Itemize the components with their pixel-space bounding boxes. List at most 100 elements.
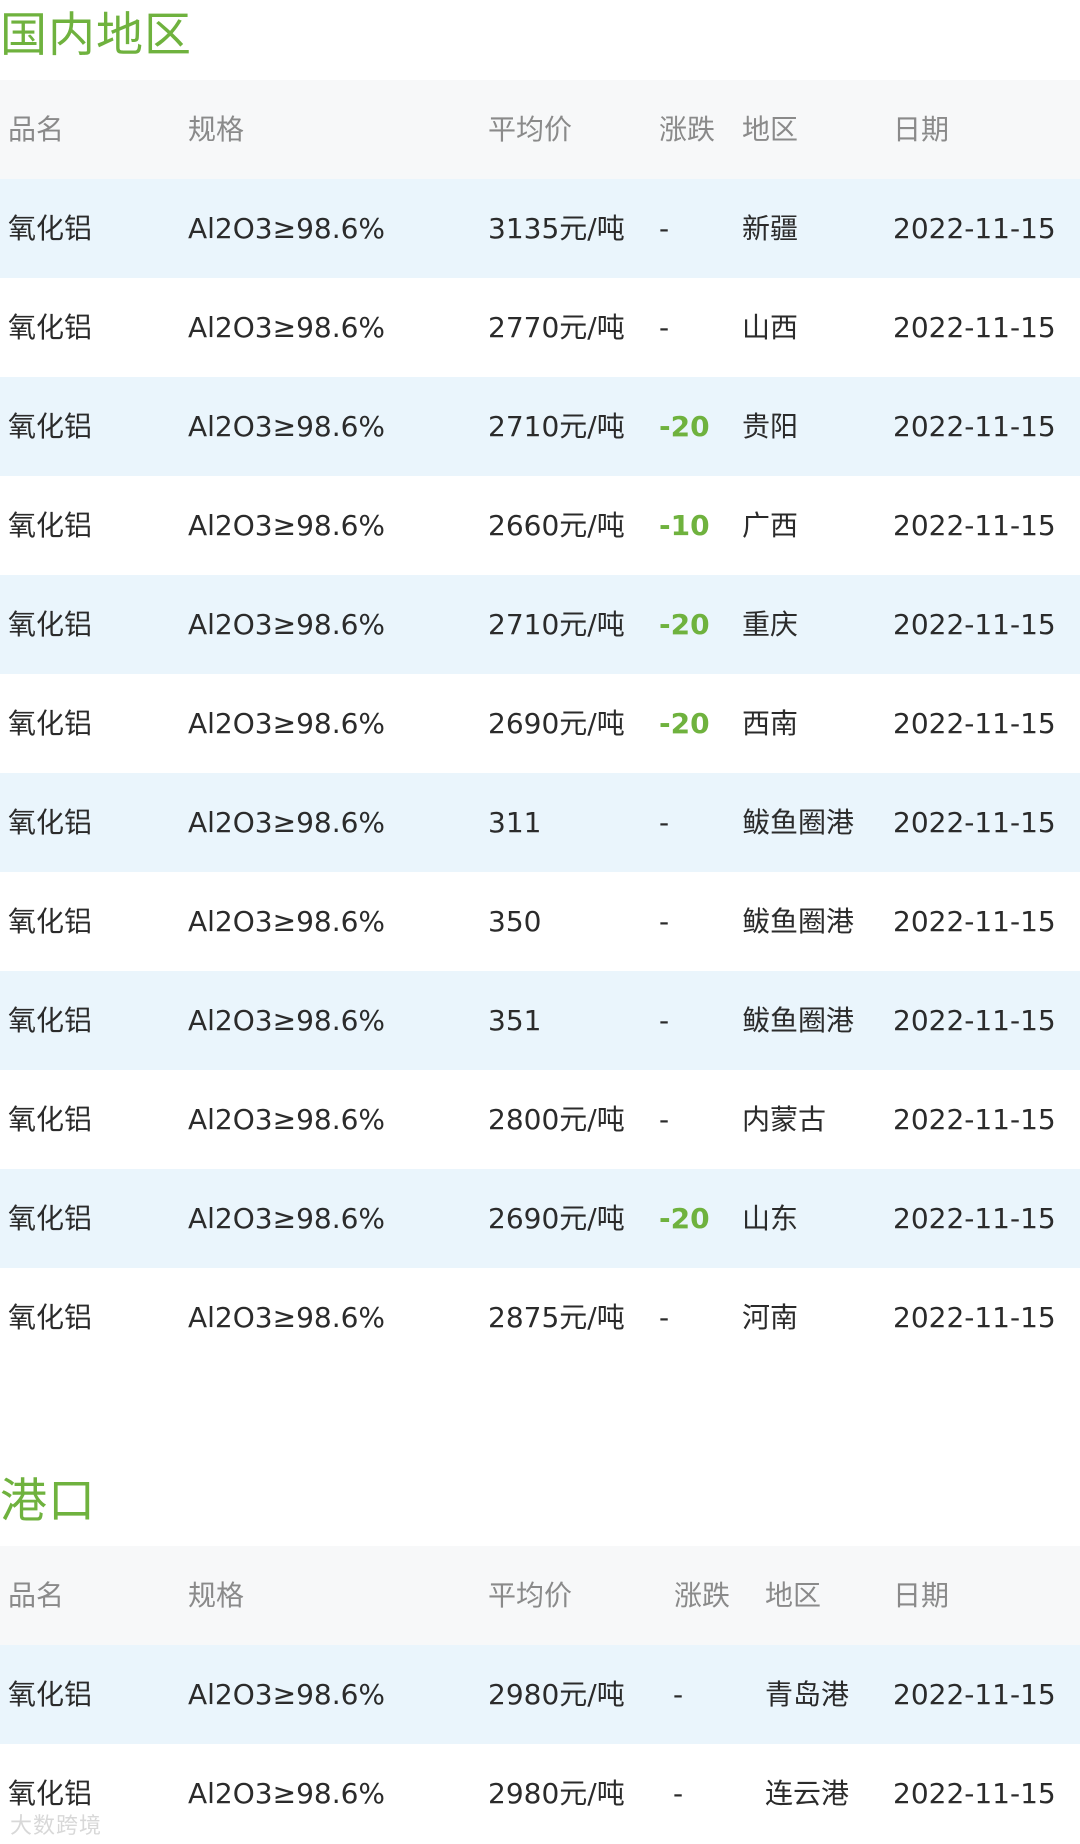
table-row: 氧化铝 Al2O3≥98.6% 2770元/吨 - 山西 2022-11-15 (0, 278, 1080, 377)
cell-name: 氧化铝 (8, 410, 93, 443)
cell-region: 鲅鱼圈港 (742, 1004, 855, 1037)
cell-date: 2022-11-15 (893, 1301, 1056, 1334)
cell-date: 2022-11-15 (893, 806, 1056, 839)
header-spec: 规格 (188, 113, 245, 146)
cell-change: - (659, 806, 670, 839)
cell-change: -20 (659, 707, 710, 740)
cell-spec: Al2O3≥98.6% (188, 1004, 386, 1037)
cell-region: 内蒙古 (742, 1103, 827, 1136)
table-row: 氧化铝 Al2O3≥98.6% 2980元/吨 - 连云港 2022-11-15 (0, 1744, 1080, 1843)
cell-region: 新疆 (742, 212, 799, 245)
cell-name: 氧化铝 (8, 212, 93, 245)
table-row: 氧化铝 Al2O3≥98.6% 2660元/吨 -10 广西 2022-11-15 (0, 476, 1080, 575)
cell-price: 2875元/吨 (488, 1301, 625, 1334)
cell-spec: Al2O3≥98.6% (188, 806, 386, 839)
header-spec: 规格 (188, 1579, 245, 1612)
cell-region: 鲅鱼圈港 (742, 905, 855, 938)
cell-date: 2022-11-15 (893, 1777, 1056, 1810)
cell-name: 氧化铝 (8, 1301, 93, 1334)
cell-date: 2022-11-15 (893, 212, 1056, 245)
cell-price: 350 (488, 905, 542, 938)
cell-date: 2022-11-15 (893, 1202, 1056, 1235)
cell-change: -20 (659, 1202, 710, 1235)
cell-spec: Al2O3≥98.6% (188, 1202, 386, 1235)
cell-date: 2022-11-15 (893, 608, 1056, 641)
cell-change: -20 (659, 410, 710, 443)
cell-spec: Al2O3≥98.6% (188, 410, 386, 443)
domestic-price-table: 品名 规格 平均价 涨跌 地区 日期 氧化铝 Al2O3≥98.6% 3135元/吨… (0, 80, 1080, 1367)
cell-region: 西南 (742, 707, 799, 740)
cell-name: 氧化铝 (8, 608, 93, 641)
header-name: 品名 (8, 113, 65, 146)
header-name: 品名 (8, 1579, 65, 1612)
cell-spec: Al2O3≥98.6% (188, 1301, 386, 1334)
cell-name: 氧化铝 (8, 905, 93, 938)
cell-spec: Al2O3≥98.6% (188, 905, 386, 938)
port-price-table: 品名 规格 平均价 涨跌 地区 日期 氧化铝 Al2O3≥98.6% 2980元/吨… (0, 1546, 1080, 1843)
cell-date: 2022-11-15 (893, 311, 1056, 344)
cell-name: 氧化铝 (8, 1678, 93, 1711)
header-region: 地区 (765, 1579, 822, 1612)
cell-change: -10 (659, 509, 710, 542)
cell-change: - (659, 905, 670, 938)
cell-date: 2022-11-15 (893, 1103, 1056, 1136)
cell-change: - (659, 1004, 670, 1037)
section-title-port: 港口 (0, 1474, 96, 1529)
cell-spec: Al2O3≥98.6% (188, 608, 386, 641)
cell-spec: Al2O3≥98.6% (188, 1678, 386, 1711)
header-price: 平均价 (488, 113, 573, 146)
cell-name: 氧化铝 (8, 1202, 93, 1235)
cell-region: 广西 (742, 509, 799, 542)
cell-price: 2980元/吨 (488, 1678, 625, 1711)
cell-name: 氧化铝 (8, 1004, 93, 1037)
cell-name: 氧化铝 (8, 509, 93, 542)
table-header-row: 品名 规格 平均价 涨跌 地区 日期 (0, 1546, 1080, 1645)
cell-price: 2690元/吨 (488, 1202, 625, 1235)
cell-price: 2710元/吨 (488, 608, 625, 641)
table-row: 氧化铝 Al2O3≥98.6% 2800元/吨 - 内蒙古 2022-11-15 (0, 1070, 1080, 1169)
cell-spec: Al2O3≥98.6% (188, 509, 386, 542)
cell-spec: Al2O3≥98.6% (188, 212, 386, 245)
cell-region: 重庆 (742, 608, 799, 641)
cell-change: - (673, 1777, 684, 1810)
cell-price: 2770元/吨 (488, 311, 625, 344)
table-row: 氧化铝 Al2O3≥98.6% 2875元/吨 - 河南 2022-11-15 (0, 1268, 1080, 1367)
cell-date: 2022-11-15 (893, 410, 1056, 443)
cell-spec: Al2O3≥98.6% (188, 1103, 386, 1136)
cell-change: - (659, 212, 670, 245)
cell-spec: Al2O3≥98.6% (188, 1777, 386, 1810)
cell-region: 山西 (742, 311, 799, 344)
header-region: 地区 (742, 113, 799, 146)
cell-name: 氧化铝 (8, 1103, 93, 1136)
cell-price: 2710元/吨 (488, 410, 625, 443)
header-change: 涨跌 (674, 1579, 731, 1612)
section-title-domestic: 国内地区 (0, 8, 192, 63)
cell-date: 2022-11-15 (893, 707, 1056, 740)
table-row: 氧化铝 Al2O3≥98.6% 2690元/吨 -20 山东 2022-11-15 (0, 1169, 1080, 1268)
table-row: 氧化铝 Al2O3≥98.6% 311 - 鲅鱼圈港 2022-11-15 (0, 773, 1080, 872)
cell-price: 2660元/吨 (488, 509, 625, 542)
cell-price: 351 (488, 1004, 542, 1037)
watermark-text: 大数跨境 (10, 1814, 103, 1839)
cell-region: 连云港 (765, 1777, 850, 1810)
cell-date: 2022-11-15 (893, 905, 1056, 938)
cell-region: 贵阳 (742, 410, 799, 443)
cell-price: 2690元/吨 (488, 707, 625, 740)
cell-date: 2022-11-15 (893, 1004, 1056, 1037)
table-row: 氧化铝 Al2O3≥98.6% 3135元/吨 - 新疆 2022-11-15 (0, 179, 1080, 278)
table-row: 氧化铝 Al2O3≥98.6% 351 - 鲅鱼圈港 2022-11-15 (0, 971, 1080, 1070)
cell-region: 山东 (742, 1202, 799, 1235)
cell-region: 鲅鱼圈港 (742, 806, 855, 839)
table-row: 氧化铝 Al2O3≥98.6% 350 - 鲅鱼圈港 2022-11-15 (0, 872, 1080, 971)
header-change: 涨跌 (659, 113, 716, 146)
cell-price: 311 (488, 806, 542, 839)
cell-change: - (659, 311, 670, 344)
header-date: 日期 (893, 1579, 950, 1612)
header-date: 日期 (893, 113, 950, 146)
cell-date: 2022-11-15 (893, 509, 1056, 542)
cell-name: 氧化铝 (8, 806, 93, 839)
cell-change: - (673, 1678, 684, 1711)
cell-price: 2800元/吨 (488, 1103, 625, 1136)
cell-date: 2022-11-15 (893, 1678, 1056, 1711)
table-row: 氧化铝 Al2O3≥98.6% 2980元/吨 - 青岛港 2022-11-15 (0, 1645, 1080, 1744)
